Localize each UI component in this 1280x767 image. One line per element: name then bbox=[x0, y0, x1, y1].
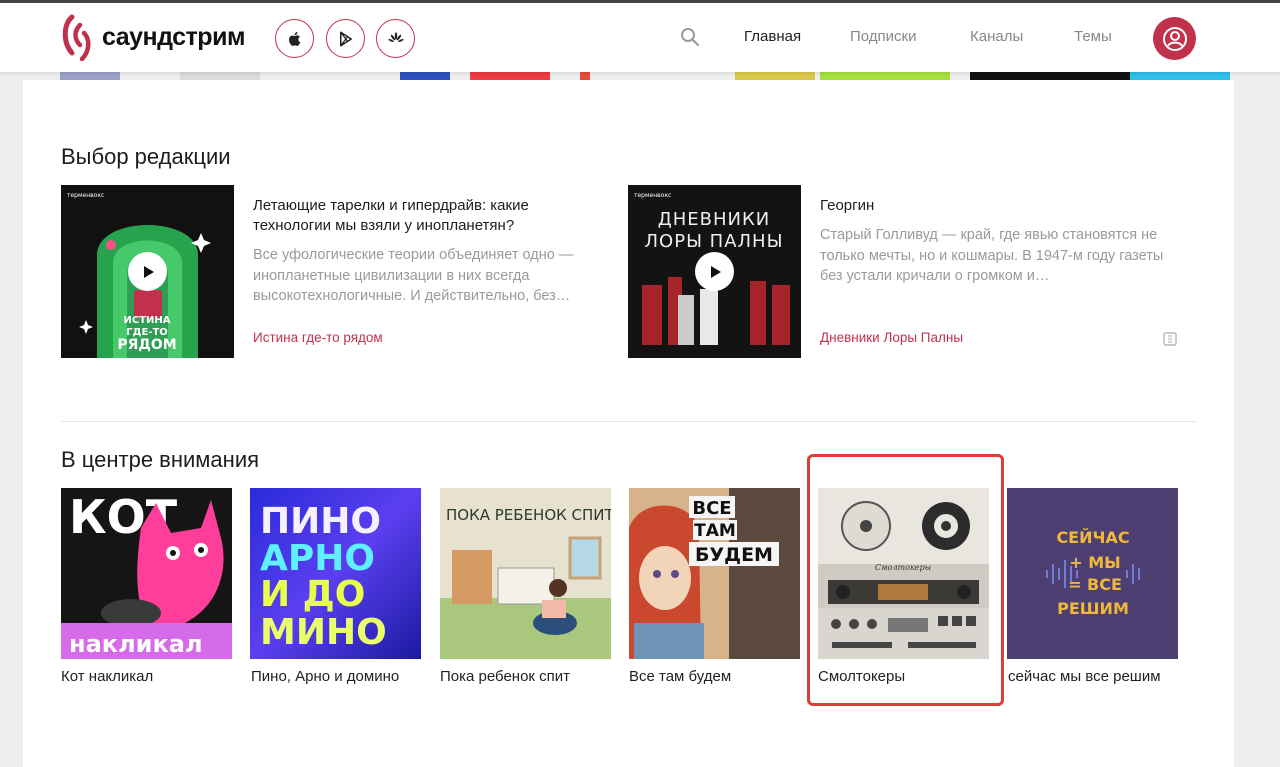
google-play-icon bbox=[339, 31, 352, 46]
svg-text:МИНО: МИНО bbox=[260, 612, 387, 653]
cover-art-everyone: ВСЕ ТАМ БУДЕМ bbox=[629, 488, 800, 659]
svg-text:РЕШИМ: РЕШИМ bbox=[1057, 599, 1129, 618]
google-play-button[interactable] bbox=[326, 19, 365, 58]
editors-choice-title: Выбор редакции bbox=[61, 144, 231, 169]
podcast-tile-label[interactable]: сейчас мы все решим bbox=[1008, 668, 1161, 685]
selection-highlight bbox=[807, 454, 1004, 706]
svg-text:ПОКА РЕБЕНОК СПИТ: ПОКА РЕБЕНОК СПИТ bbox=[446, 506, 611, 524]
episode-channel-link[interactable]: Истина где-то рядом bbox=[253, 330, 383, 345]
user-icon bbox=[1162, 26, 1187, 51]
svg-text:ВСЕ: ВСЕ bbox=[692, 498, 731, 519]
huawei-icon bbox=[387, 31, 404, 42]
cover-art-pino: ПИНО АРНО И ДО МИНО bbox=[250, 488, 421, 659]
svg-text:ПИНО: ПИНО bbox=[260, 501, 381, 542]
episode-cover[interactable]: ДНЕВНИКИ ЛОРЫ ПАЛНЫ терменвокс bbox=[628, 185, 801, 358]
podcast-tile[interactable]: ПИНО АРНО И ДО МИНО bbox=[250, 488, 421, 659]
svg-text:ИСТИНА: ИСТИНА bbox=[123, 315, 170, 326]
nav-subscriptions[interactable]: Подписки bbox=[850, 28, 917, 45]
svg-text:терменвокс: терменвокс bbox=[634, 192, 671, 199]
episode-channel-link[interactable]: Дневники Лоры Палны bbox=[820, 330, 963, 345]
cover-art-baby: ПОКА РЕБЕНОК СПИТ bbox=[440, 488, 611, 659]
play-icon bbox=[710, 265, 721, 278]
svg-text:ТАМ: ТАМ bbox=[694, 521, 736, 541]
podcast-tile[interactable]: СЕЙЧАС + МЫ = ВСЕ РЕШИМ bbox=[1007, 488, 1178, 659]
svg-text:терменвокс: терменвокс bbox=[67, 192, 104, 199]
podcast-tile[interactable]: КОТ накликал bbox=[61, 488, 232, 659]
podcast-tile-label[interactable]: Кот накликал bbox=[61, 668, 153, 685]
huawei-store-button[interactable] bbox=[376, 19, 415, 58]
text-episode-icon bbox=[1163, 332, 1177, 346]
podcast-tile[interactable]: ПОКА РЕБЕНОК СПИТ bbox=[440, 488, 611, 659]
episode-title[interactable]: Летающие тарелки и гипердрайв: какие тех… bbox=[253, 196, 598, 236]
svg-text:АРНО: АРНО bbox=[260, 538, 375, 579]
svg-text:+ МЫ: + МЫ bbox=[1069, 553, 1120, 572]
episode-cover[interactable]: ИСТИНА ГДЕ-ТО РЯДОМ терменвокс bbox=[61, 185, 234, 358]
search-icon[interactable] bbox=[680, 27, 700, 47]
episode-title[interactable]: Георгин bbox=[820, 196, 1165, 216]
section-divider bbox=[61, 421, 1196, 422]
nav-home[interactable]: Главная bbox=[744, 28, 801, 45]
svg-text:СЕЙЧАС: СЕЙЧАС bbox=[1056, 528, 1129, 547]
svg-text:накликал: накликал bbox=[69, 630, 203, 658]
play-button[interactable] bbox=[695, 252, 734, 291]
apple-store-button[interactable] bbox=[275, 19, 314, 58]
svg-text:= ВСЕ: = ВСЕ bbox=[1068, 575, 1122, 594]
svg-text:И ДО: И ДО bbox=[260, 574, 365, 615]
svg-text:ЛОРЫ ПАЛНЫ: ЛОРЫ ПАЛНЫ bbox=[645, 231, 784, 252]
nav-topics[interactable]: Темы bbox=[1074, 28, 1112, 45]
user-avatar-button[interactable] bbox=[1153, 17, 1196, 60]
logo-text: саундстрим bbox=[102, 22, 245, 51]
spotlight-title: В центре внимания bbox=[61, 447, 260, 472]
play-button[interactable] bbox=[128, 252, 167, 291]
header: саундстрим Главная Подписки Каналы Темы bbox=[0, 3, 1280, 72]
svg-text:ДНЕВНИКИ: ДНЕВНИКИ bbox=[658, 209, 771, 230]
soundstream-logo-icon bbox=[62, 14, 91, 61]
nav-channels[interactable]: Каналы bbox=[970, 28, 1023, 45]
podcast-tile[interactable]: ВСЕ ТАМ БУДЕМ bbox=[629, 488, 800, 659]
svg-text:БУДЕМ: БУДЕМ bbox=[695, 544, 773, 566]
play-icon bbox=[143, 265, 154, 278]
episode-description: Все уфологические теории объединяет одно… bbox=[253, 247, 574, 304]
podcast-tile-label[interactable]: Пино, Арно и домино bbox=[251, 668, 399, 685]
cover-art-decide: СЕЙЧАС + МЫ = ВСЕ РЕШИМ bbox=[1007, 488, 1178, 659]
podcast-tile-label[interactable]: Все там будем bbox=[629, 668, 731, 685]
apple-icon bbox=[288, 31, 300, 46]
logo[interactable]: саундстрим bbox=[60, 13, 245, 61]
podcast-tile-label[interactable]: Пока ребенок спит bbox=[440, 668, 570, 685]
cover-art-kot: КОТ накликал bbox=[61, 488, 232, 659]
svg-text:РЯДОМ: РЯДОМ bbox=[117, 337, 176, 353]
episode-description: Старый Голливуд — край, где явью становя… bbox=[820, 227, 1164, 284]
